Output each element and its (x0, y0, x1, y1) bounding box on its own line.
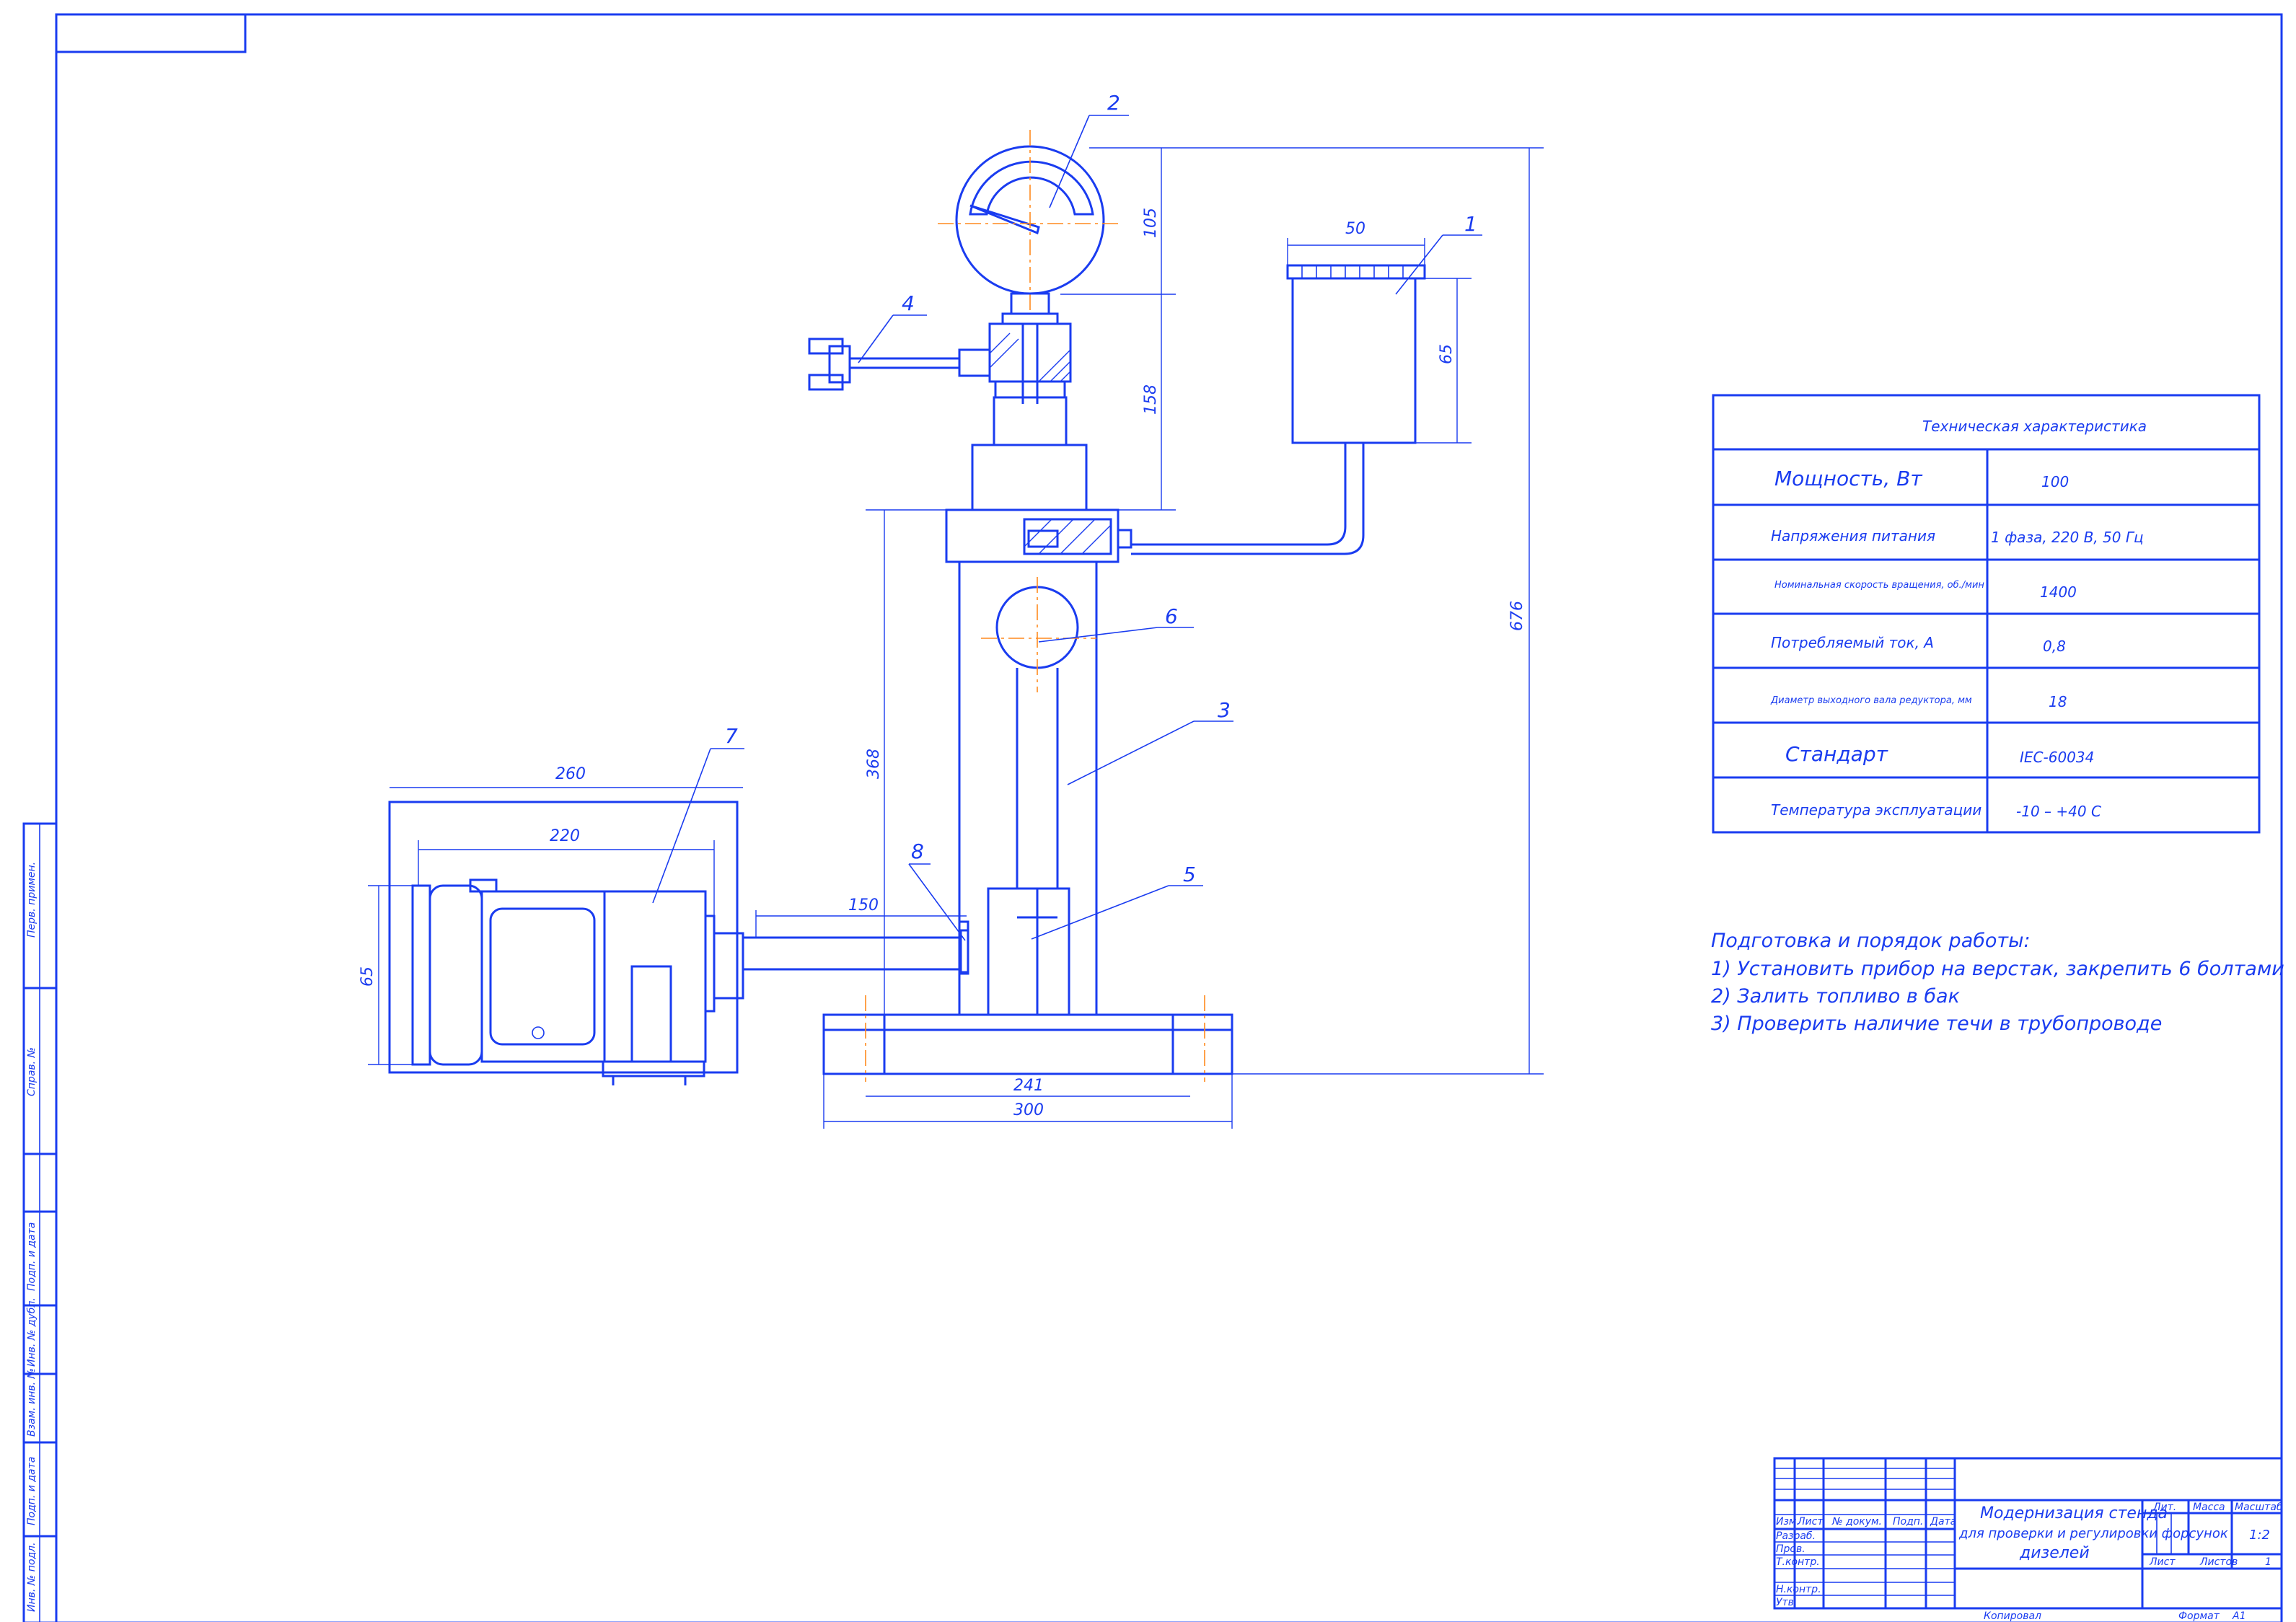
fuel-tank (1131, 264, 1426, 555)
position-7: 7 (725, 724, 738, 748)
stand-column (958, 560, 1098, 1016)
position-5: 5 (1183, 863, 1196, 886)
electric-motor (388, 801, 969, 1085)
position-6: 6 (1165, 604, 1178, 628)
injector-hatching (989, 332, 1071, 382)
tb-copied: Копировал (1984, 1610, 2041, 1622)
dim-base-inner-width: 241 (1013, 1077, 1044, 1095)
tb-col-sign: Подп. (1893, 1516, 1923, 1528)
spec-label-voltage: Напряжения питания (1771, 527, 1935, 545)
spec-label-temperature: Температура эксплуатации (1771, 801, 1981, 819)
spec-value-speed: 1400 (2040, 583, 2077, 601)
tb-masshtab: Масштаб (2235, 1502, 2283, 1513)
dim-tank-height: 65 (1438, 344, 1456, 364)
tb-row-nkontr: Н.контр. (1776, 1584, 1821, 1595)
position-4: 4 (902, 291, 915, 315)
tb-title-line-3: дизелей (2019, 1544, 2090, 1562)
leader-lines (652, 115, 1482, 975)
tb-scale-value: 1:2 (2249, 1528, 2270, 1543)
tb-sheets: Листов (2199, 1556, 2238, 1568)
tb-col-list: Лист (1797, 1516, 1824, 1528)
tb-col-izm: Изм. (1776, 1516, 1800, 1528)
spec-value-temperature: -10 – +40 С (2016, 803, 2101, 820)
spec-value-shaft: 18 (2049, 693, 2067, 710)
dim-motor-frame-width: 260 (555, 765, 586, 783)
tank-lid-teeth (1301, 265, 1404, 278)
spec-label-speed: Номинальная скорость вращения, об./мин (1774, 580, 1984, 591)
side-strip-labels: Перв. примен. Справ. № Подп. и дата Инв.… (26, 862, 38, 1612)
spec-table: Техническая характеристика Мощность, Вт … (1712, 394, 2261, 834)
position-2: 2 (1107, 91, 1120, 115)
tb-title-line-1: Модернизация стенда (1980, 1504, 2168, 1522)
dim-motor-height: 65 (359, 966, 377, 987)
base-plate (822, 995, 1233, 1082)
side-podp-data-1: Подп. и дата (26, 1222, 38, 1291)
tb-row-razrab: Разраб. (1776, 1530, 1816, 1542)
tb-lit: Лит. (2152, 1502, 2176, 1513)
dim-shaft-length: 150 (848, 896, 879, 914)
spec-value-current: 0,8 (2043, 638, 2066, 655)
tb-title-line-2: для проверки и регулировки форсунок (1958, 1526, 2228, 1541)
spec-label-current: Потребляемый ток, А (1771, 634, 1934, 651)
drawing-sheet: Перв. примен. Справ. № Подп. и дата Инв.… (22, 13, 2284, 1622)
pump-body (945, 396, 1132, 563)
tb-massa: Масса (2193, 1502, 2225, 1513)
side-inv-podl: Инв. № подл. (26, 1542, 38, 1612)
dim-base-width: 300 (1013, 1101, 1044, 1119)
injector-assembly (808, 322, 1072, 404)
position-3: 3 (1218, 698, 1231, 722)
notes-item-3: 3) Проверить наличие течи в трубопроводе (1711, 1013, 2162, 1035)
spec-value-standard: IEC-60034 (2020, 749, 2094, 766)
side-podp-data-2: Подп. и дата (26, 1457, 38, 1525)
dimension-lines (368, 147, 1544, 1129)
tb-row-prov: Пров. (1776, 1543, 1805, 1555)
spec-value-voltage: 1 фаза, 220 В, 50 Гц (1991, 529, 2144, 546)
side-sprav: Справ. № (26, 1047, 38, 1096)
dim-motor-body-width: 220 (550, 827, 580, 845)
tb-format-value: А1 (2232, 1610, 2246, 1622)
dim-stand-height: 368 (865, 749, 883, 779)
position-8: 8 (911, 839, 924, 863)
notes-item-1: 1) Установить прибор на верстак, закрепи… (1711, 958, 2284, 980)
side-inv-dubl: Инв. № дубл. (26, 1297, 38, 1367)
tb-sheet: Лист (2149, 1556, 2176, 1568)
side-perv-primen: Перв. примен. (26, 862, 38, 938)
dim-tank-width: 50 (1345, 220, 1365, 238)
tb-row-tkontr: Т.контр. (1776, 1556, 1820, 1568)
spec-label-power: Мощность, Вт (1774, 467, 1922, 490)
notes-title: Подготовка и порядок работы: (1711, 930, 2031, 952)
dim-gauge-height: 105 (1142, 208, 1160, 238)
spec-table-title: Техническая характеристика (1922, 418, 2147, 435)
position-1: 1 (1464, 212, 1477, 236)
tb-format: Формат (2178, 1610, 2220, 1622)
side-vzam-inv: Взам. инв. № (26, 1368, 38, 1437)
spec-label-shaft: Диаметр выходного вала редуктора, мм (1770, 695, 1972, 706)
dim-pump-height: 158 (1142, 384, 1160, 415)
tb-col-doc: № докум. (1831, 1516, 1882, 1528)
tb-col-date: Дата (1930, 1516, 1956, 1528)
tb-sheets-value: 1 (2265, 1556, 2271, 1568)
tb-row-utv: Утв. (1776, 1597, 1797, 1608)
work-notes: Подготовка и порядок работы: 1) Установи… (1711, 930, 2284, 1035)
notes-item-2: 2) Залить топливо в бак (1711, 985, 1961, 1008)
spec-label-standard: Стандарт (1785, 742, 1888, 766)
dimension-values: 105 158 676 368 50 65 260 220 65 150 241… (359, 208, 1526, 1119)
pump-section-hatch (1023, 518, 1112, 555)
dim-total-height: 676 (1508, 601, 1526, 631)
title-block: Изм. Лист № докум. Подп. Дата Разраб. Пр… (1773, 1457, 2283, 1622)
spec-value-power: 100 (2041, 473, 2069, 490)
